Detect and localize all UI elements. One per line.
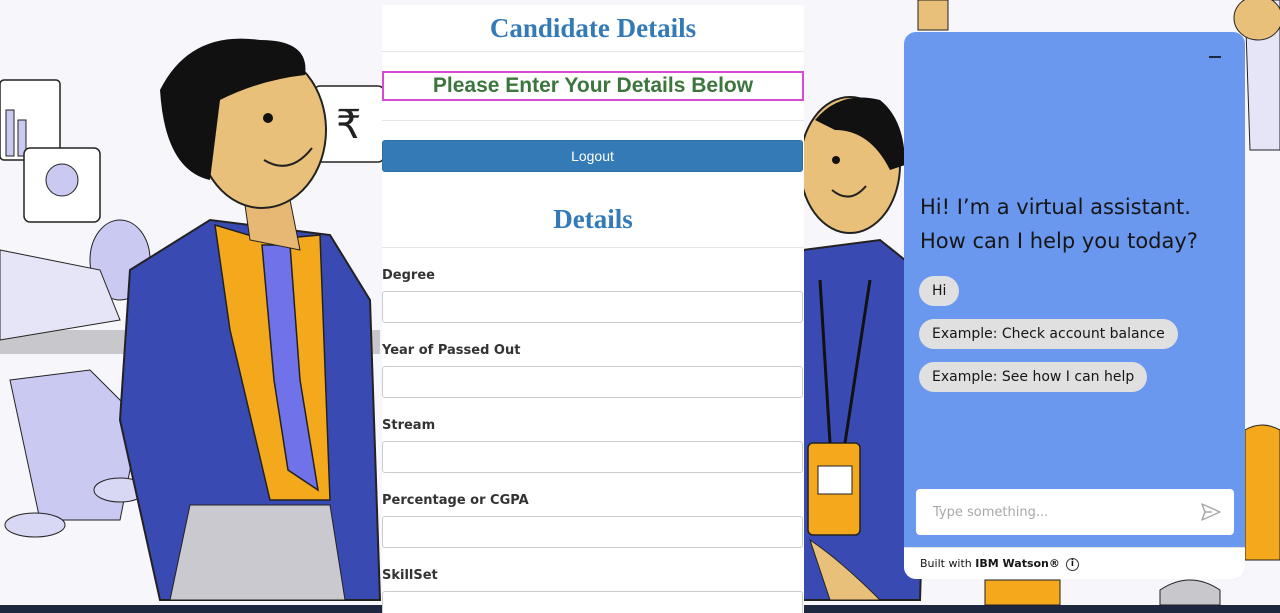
percentage-field-group: Percentage or CGPA (382, 493, 804, 548)
stream-field-group: Stream (382, 418, 804, 473)
send-icon[interactable] (1200, 502, 1222, 522)
chat-footer: Built with IBM Watson® i (904, 547, 1245, 579)
percentage-label: Percentage or CGPA (382, 493, 529, 508)
footer-brand: IBM Watson® (975, 557, 1060, 570)
section-title: Details (382, 204, 804, 248)
page-title: Candidate Details (382, 5, 804, 52)
degree-field-group: Degree (382, 268, 804, 323)
assistant-greeting: Hi! I’m a virtual assistant. How can I h… (920, 195, 1198, 253)
skillset-label: SkillSet (382, 568, 438, 583)
skillset-input[interactable] (382, 591, 803, 613)
suggestion-hi[interactable]: Hi (919, 276, 960, 306)
suggestion-see-help[interactable]: Example: See how I can help (919, 362, 1148, 392)
candidate-form-panel: Candidate Details Please Enter Your Deta… (382, 5, 804, 613)
logout-button[interactable]: Logout (382, 140, 803, 172)
chat-composer (916, 489, 1234, 535)
chat-widget: Hi! I’m a virtual assistant. How can I h… (904, 32, 1245, 579)
chat-input[interactable] (916, 489, 1186, 535)
year-input[interactable] (382, 366, 803, 398)
year-label: Year of Passed Out (382, 343, 521, 358)
suggestion-check-balance[interactable]: Example: Check account balance (919, 319, 1178, 349)
stream-label: Stream (382, 418, 436, 433)
info-icon[interactable]: i (1065, 557, 1079, 571)
percentage-input[interactable] (382, 516, 803, 548)
instruction-banner: Please Enter Your Details Below (382, 71, 804, 101)
year-field-group: Year of Passed Out (382, 343, 804, 398)
degree-label: Degree (382, 268, 435, 283)
footer-prefix: Built with (920, 557, 976, 570)
skillset-field-group: SkillSet (382, 568, 804, 613)
svg-text:₹: ₹ (336, 102, 361, 148)
divider (382, 120, 804, 121)
stream-input[interactable] (382, 441, 803, 473)
minimize-icon[interactable] (1209, 56, 1221, 58)
degree-input[interactable] (382, 291, 803, 323)
